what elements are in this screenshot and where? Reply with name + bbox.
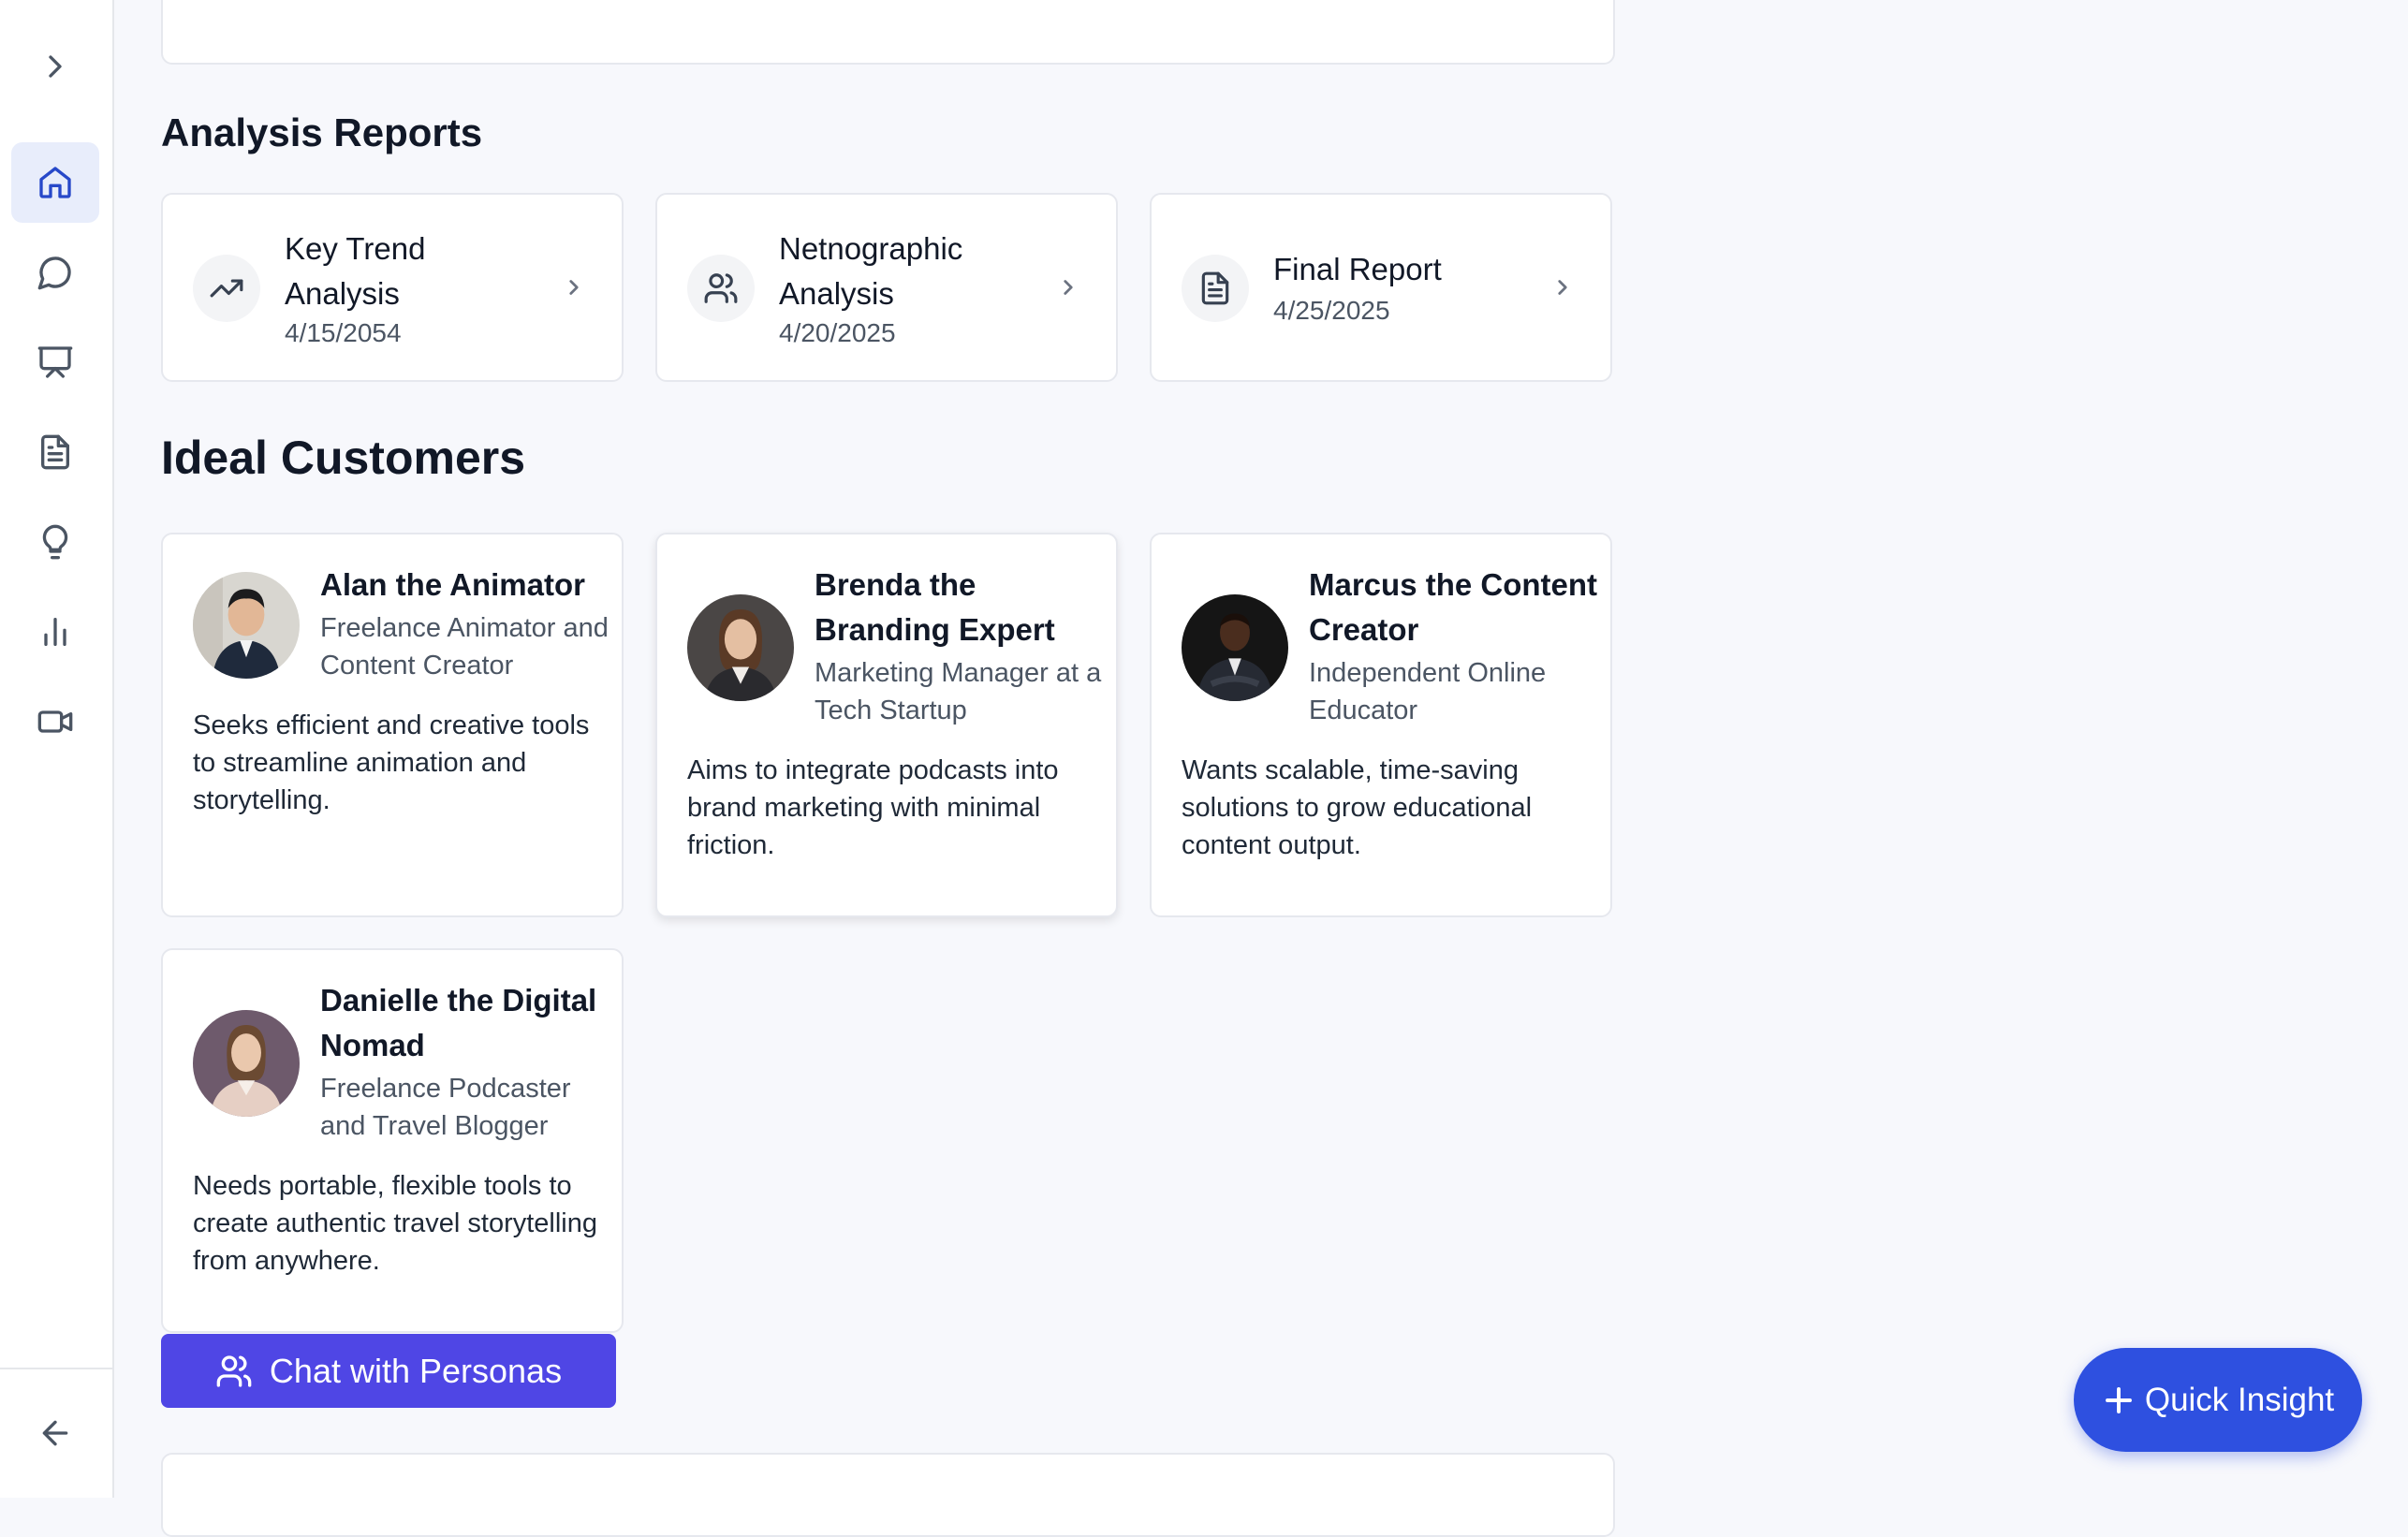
persona-role: Freelance Animator and Content Creator [320, 613, 609, 681]
document-icon [41, 434, 70, 470]
report-card-final[interactable]: Final Report 4/25/2025 [1150, 193, 1612, 382]
report-title: Key Trend Analysis [285, 231, 426, 311]
video-camera-icon [37, 710, 73, 733]
ideal-customers-heading: Ideal Customers [161, 432, 526, 484]
report-card-netnographic[interactable]: Netnographic Analysis 4/20/2025 [655, 193, 1118, 382]
sidebar [0, 0, 114, 1498]
home-icon [39, 167, 71, 198]
trending-up-icon [193, 255, 260, 322]
next-section-card [161, 1453, 1615, 1537]
persona-description: Needs portable, flexible tools to create… [193, 1171, 597, 1276]
persona-name: Alan the Animator [320, 567, 585, 602]
persona-name: Brenda the Branding Expert [815, 567, 1055, 647]
persona-description: Aims to integrate podcasts into brand ma… [687, 755, 1059, 860]
sidebar-item-video[interactable] [11, 681, 99, 762]
persona-role: Independent Online Educator [1309, 658, 1547, 725]
persona-card-brenda[interactable]: Brenda the Branding Expert Marketing Man… [655, 533, 1118, 917]
expand-sidebar-button[interactable] [11, 26, 99, 107]
sidebar-item-documents[interactable] [11, 412, 99, 492]
chevron-right-icon [562, 275, 586, 300]
persona-role: Marketing Manager at a Tech Startup [815, 658, 1102, 725]
chat-with-personas-label: Chat with Personas [269, 1351, 563, 1390]
users-icon [687, 255, 755, 322]
chevron-right-icon [1056, 275, 1080, 300]
persona-description: Wants scalable, time-saving solutions to… [1182, 755, 1533, 860]
report-card-key-trend[interactable]: Key Trend Analysis 4/15/2054 [161, 193, 624, 382]
arrow-left-icon [42, 1420, 68, 1446]
persona-role: Freelance Podcaster and Travel Blogger [320, 1074, 571, 1141]
report-title: Netnographic Analysis [779, 231, 963, 311]
persona-description: Seeks efficient and creative tools to st… [193, 710, 590, 815]
plus-icon [2105, 1386, 2132, 1413]
chat-bubble-icon [37, 256, 71, 290]
persona-card-danielle[interactable]: Danielle the Digital Nomad Freelance Pod… [161, 948, 624, 1333]
chat-with-personas-button[interactable]: Chat with Personas [161, 1334, 616, 1408]
persona-name: Marcus the Content Creator [1309, 567, 1598, 647]
sidebar-item-chat[interactable] [11, 232, 99, 313]
chevron-right-icon [49, 55, 62, 78]
persona-card-alan[interactable]: Alan the Animator Freelance Animator and… [161, 533, 624, 917]
report-date: 4/20/2025 [779, 318, 896, 347]
avatar [193, 572, 300, 679]
sidebar-item-presentation[interactable] [11, 322, 99, 403]
analysis-reports-heading: Analysis Reports [161, 110, 483, 154]
quick-insight-label: Quick Insight [2144, 1381, 2335, 1418]
sidebar-item-home[interactable] [11, 142, 99, 223]
avatar [193, 1010, 300, 1117]
users-icon [216, 1354, 252, 1387]
sidebar-item-analytics[interactable] [11, 592, 99, 672]
sidebar-divider [0, 1368, 112, 1369]
persona-name: Danielle the Digital Nomad [320, 983, 597, 1062]
report-date: 4/25/2025 [1273, 296, 1390, 325]
quick-insight-button[interactable]: Quick Insight [2074, 1348, 2362, 1452]
back-button[interactable] [11, 1393, 99, 1473]
avatar [1182, 594, 1288, 701]
chevron-right-icon [1550, 275, 1575, 300]
report-date: 4/15/2054 [285, 318, 402, 347]
avatar [687, 594, 794, 701]
presentation-icon [37, 346, 73, 378]
bar-chart-icon [44, 618, 66, 646]
persona-card-marcus[interactable]: Marcus the Content Creator Independent O… [1150, 533, 1612, 917]
previous-section-card [161, 0, 1615, 65]
sidebar-item-insights[interactable] [11, 502, 99, 582]
report-title: Final Report [1273, 252, 1442, 286]
lightbulb-icon [42, 524, 68, 560]
document-icon [1182, 255, 1249, 322]
